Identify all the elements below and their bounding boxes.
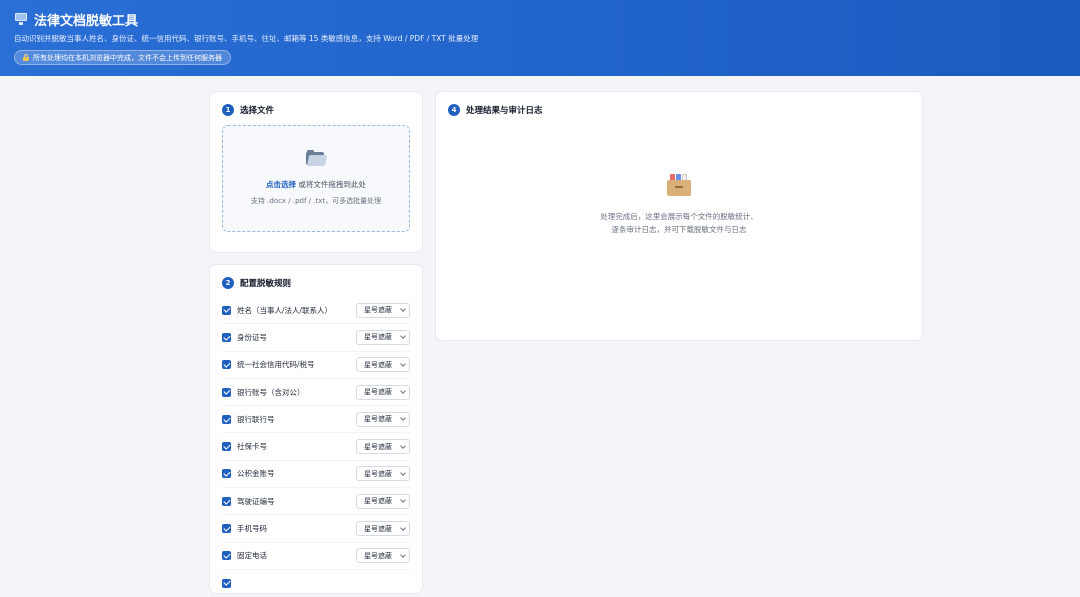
chevron-down-icon bbox=[400, 333, 406, 340]
chevron-down-icon bbox=[400, 551, 406, 558]
card-title: 配置脱敏规则 bbox=[240, 279, 292, 289]
mode-select[interactable]: 星号遮蔽 bbox=[356, 302, 410, 318]
rule-checkbox[interactable] bbox=[222, 551, 231, 561]
mode-select[interactable]: 星号遮蔽 bbox=[356, 493, 410, 509]
card-header: 1 选择文件 bbox=[222, 104, 410, 116]
rule-list: 姓名（当事人/法人/联系人） 星号遮蔽 身份证号 星号遮蔽 统一社会信用代码/税… bbox=[222, 297, 410, 597]
empty-line-2: 逐条审计日志，并可下载脱敏文件与日志 bbox=[611, 225, 747, 234]
rule-label: 公积金账号 bbox=[237, 469, 275, 479]
rule-checkbox[interactable] bbox=[222, 332, 231, 342]
step-badge: 1 bbox=[222, 104, 234, 116]
mode-value: 星号遮蔽 bbox=[364, 388, 392, 397]
drag-text: 或将文件拖拽到此处 bbox=[296, 180, 366, 189]
mode-select[interactable]: 星号遮蔽 bbox=[356, 329, 410, 345]
dropzone-prompt: 点击选择 或将文件拖拽到此处 bbox=[266, 179, 366, 190]
empty-line-1: 处理完成后，这里会展示每个文件的脱敏统计、 bbox=[600, 212, 758, 221]
rule-checkbox[interactable] bbox=[222, 469, 231, 479]
rule-row: 姓名（当事人/法人/联系人） 星号遮蔽 bbox=[222, 297, 410, 325]
chevron-down-icon bbox=[400, 497, 406, 504]
card-title: 选择文件 bbox=[240, 106, 275, 116]
rule-checkbox[interactable] bbox=[222, 524, 231, 534]
chevron-down-icon bbox=[400, 388, 406, 394]
step-badge: 2 bbox=[222, 277, 234, 289]
rule-row: 统一社会信用代码/税号 星号遮蔽 bbox=[222, 352, 410, 379]
rule-label: 银行账号（含对公） bbox=[237, 387, 305, 397]
lock-icon bbox=[23, 54, 29, 61]
mode-select[interactable]: 星号遮蔽 bbox=[356, 466, 410, 482]
rule-row: 银行账号（含对公） 星号遮蔽 bbox=[222, 379, 410, 407]
chevron-down-icon bbox=[400, 470, 406, 476]
rule-row: 社保卡号 星号遮蔽 bbox=[222, 433, 410, 461]
mode-value: 星号遮蔽 bbox=[364, 442, 392, 451]
file-dropzone[interactable]: 点击选择 或将文件拖拽到此处 支持 .docx / .pdf / .txt，可多… bbox=[222, 125, 410, 232]
rule-checkbox[interactable] bbox=[222, 414, 231, 424]
file-type-hint: 支持 .docx / .pdf / .txt，可多选批量处理 bbox=[250, 197, 382, 205]
folder-icon bbox=[306, 150, 328, 166]
chevron-down-icon bbox=[400, 415, 406, 422]
mode-value: 星号遮蔽 bbox=[364, 360, 392, 369]
step-badge: 4 bbox=[448, 104, 460, 116]
rule-checkbox[interactable] bbox=[222, 496, 231, 506]
rule-label: 银行联行号 bbox=[237, 414, 275, 424]
rules-card: 2 配置脱敏规则 姓名（当事人/法人/联系人） 星号遮蔽 身份证号 星号遮蔽 统… bbox=[209, 264, 423, 597]
rule-row: 手机号码 星号遮蔽 bbox=[222, 515, 410, 543]
mode-value: 星号遮蔽 bbox=[364, 306, 392, 315]
rule-row: 公积金账号 星号遮蔽 bbox=[222, 461, 410, 489]
empty-state: 处理完成后，这里会展示每个文件的脱敏统计、 逐条审计日志，并可下载脱敏文件与日志 bbox=[448, 174, 910, 236]
rule-checkbox[interactable] bbox=[222, 442, 231, 452]
rule-row bbox=[222, 570, 410, 597]
rule-row: 银行联行号 星号遮蔽 bbox=[222, 406, 410, 434]
app-subtitle: 自动识别并脱敏当事人姓名、身份证、统一信用代码、银行账号、手机号、住址、邮箱等 … bbox=[14, 34, 479, 43]
mode-select[interactable]: 星号遮蔽 bbox=[356, 411, 410, 427]
mode-select[interactable]: 星号遮蔽 bbox=[356, 384, 410, 400]
privacy-note: 所有处理均在本机浏览器中完成，文件不会上传到任何服务器 bbox=[33, 53, 222, 62]
mode-value: 星号遮蔽 bbox=[364, 497, 392, 506]
card-title: 处理结果与审计日志 bbox=[466, 106, 543, 116]
chevron-down-icon bbox=[400, 306, 406, 312]
rule-label: 驾驶证编号 bbox=[237, 496, 275, 506]
rule-label: 社保卡号 bbox=[237, 442, 267, 452]
rule-checkbox[interactable] bbox=[222, 305, 231, 315]
privacy-badge: 所有处理均在本机浏览器中完成，文件不会上传到任何服务器 bbox=[14, 50, 231, 65]
result-card: 4 处理结果与审计日志 处理完成后，这里会展示每个文件的脱敏统计、 逐条审计日志… bbox=[435, 91, 923, 341]
rule-label: 统一社会信用代码/税号 bbox=[237, 360, 315, 370]
rule-checkbox[interactable] bbox=[222, 387, 231, 397]
computer-icon bbox=[14, 13, 28, 25]
chevron-down-icon bbox=[400, 360, 406, 367]
mode-value: 星号遮蔽 bbox=[364, 415, 392, 424]
rule-label: 姓名（当事人/法人/联系人） bbox=[237, 305, 333, 315]
mode-select[interactable]: 星号遮蔽 bbox=[356, 357, 410, 373]
mode-select[interactable]: 星号遮蔽 bbox=[356, 439, 410, 455]
rule-checkbox[interactable] bbox=[222, 578, 231, 588]
card-box-icon bbox=[667, 174, 691, 196]
click-select-link[interactable]: 点击选择 bbox=[266, 180, 296, 189]
mode-value: 星号遮蔽 bbox=[364, 333, 392, 342]
card-header: 2 配置脱敏规则 bbox=[222, 277, 410, 289]
app-title: 法律文档脱敏工具 bbox=[34, 13, 139, 29]
mode-select[interactable]: 星号遮蔽 bbox=[356, 521, 410, 537]
chevron-down-icon bbox=[400, 524, 406, 531]
mode-value: 星号遮蔽 bbox=[364, 524, 392, 533]
rule-checkbox[interactable] bbox=[222, 360, 231, 370]
card-header: 4 处理结果与审计日志 bbox=[448, 104, 910, 116]
rule-label: 固定电话 bbox=[237, 551, 267, 561]
mode-value: 星号遮蔽 bbox=[364, 469, 392, 478]
empty-state-text: 处理完成后，这里会展示每个文件的脱敏统计、 逐条审计日志，并可下载脱敏文件与日志 bbox=[600, 210, 758, 236]
mode-select[interactable]: 星号遮蔽 bbox=[356, 548, 410, 564]
rule-label: 身份证号 bbox=[237, 332, 267, 342]
app-title-row: 法律文档脱敏工具 bbox=[14, 10, 1066, 29]
rule-label: 手机号码 bbox=[237, 524, 267, 534]
rule-row: 驾驶证编号 星号遮蔽 bbox=[222, 488, 410, 516]
rule-row: 固定电话 星号遮蔽 bbox=[222, 543, 410, 570]
rule-row: 身份证号 星号遮蔽 bbox=[222, 324, 410, 352]
chevron-down-icon bbox=[400, 442, 406, 449]
select-file-card: 1 选择文件 点击选择 或将文件拖拽到此处 支持 .docx / .pdf / … bbox=[209, 91, 423, 253]
mode-value: 星号遮蔽 bbox=[364, 551, 392, 560]
app-header: 法律文档脱敏工具 自动识别并脱敏当事人姓名、身份证、统一信用代码、银行账号、手机… bbox=[0, 0, 1080, 76]
